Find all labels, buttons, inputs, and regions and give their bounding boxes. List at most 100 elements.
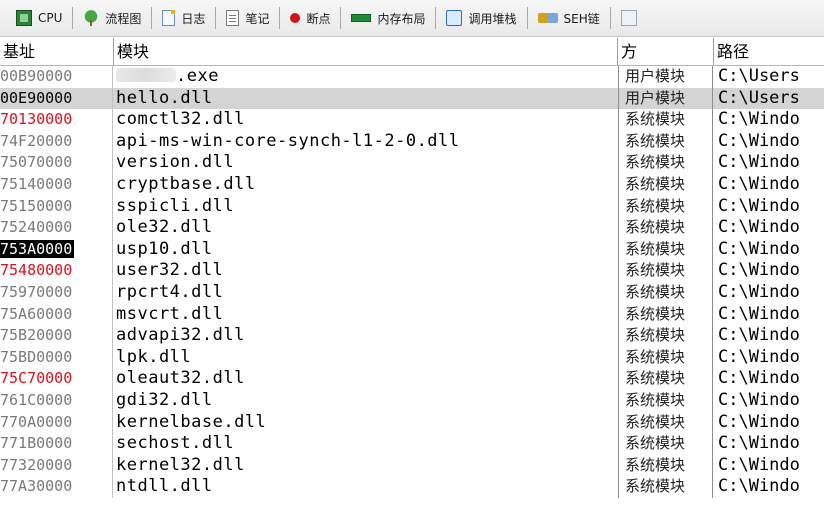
tab-toolbar: CPU 流程图 日志 笔记 断点 内存布局 调用堆栈 SEH链	[0, 0, 824, 37]
tab-call-stack[interactable]: 调用堆栈	[438, 5, 524, 31]
breakpoint-icon	[290, 13, 301, 23]
tab-separator	[340, 7, 342, 29]
row-module-type: 系统模块	[618, 173, 713, 196]
row-base-address: 75150000	[0, 195, 113, 218]
row-path: C:\Windo	[718, 173, 800, 194]
table-row[interactable]: 75B20000 advapi32.dll 系统模块 C:\Windo	[0, 325, 824, 347]
memory-map-icon	[351, 14, 372, 22]
tab-label: 日志	[181, 11, 206, 26]
row-module-name: user32.dll	[116, 260, 224, 281]
cpu-icon	[16, 10, 32, 26]
tab-separator	[72, 7, 74, 29]
row-base-address: 74F20000	[0, 130, 113, 153]
row-module-name: kernelbase.dll	[116, 411, 267, 432]
table-row[interactable]: 75A60000 msvcrt.dll 系统模块 C:\Windo	[0, 303, 824, 326]
row-base-address: 771B0000	[0, 433, 113, 455]
row-module-type: 系统模块	[618, 389, 713, 412]
tab-seh-chain[interactable]: SEH链	[530, 5, 608, 31]
column-header-module[interactable]: 模块	[114, 38, 618, 65]
table-row[interactable]: 753A0000 usp10.dll 系统模块 C:\Windo	[0, 238, 824, 261]
row-module-name: version.dll	[116, 152, 235, 173]
column-header-party[interactable]: 方	[618, 38, 714, 65]
row-module-name: api-ms-win-core-synch-l1-2-0.dll	[116, 130, 460, 151]
row-module-type: 用户模块	[618, 87, 713, 110]
row-base-address-highlighted: 753A0000	[0, 238, 113, 261]
tab-separator	[435, 7, 437, 29]
row-module-type: 系统模块	[618, 152, 713, 174]
row-module-name: ntdll.dll	[116, 476, 213, 497]
row-path: C:\Windo	[718, 346, 800, 367]
table-row[interactable]: 75C70000 oleaut32.dll 系统模块 C:\Windo	[0, 368, 824, 390]
table-row[interactable]: 75480000 user32.dll 系统模块 C:\Windo	[0, 260, 824, 282]
tab-notes[interactable]: 笔记	[218, 5, 277, 31]
row-module-type: 系统模块	[618, 109, 713, 131]
row-base-address: 75970000	[0, 281, 113, 304]
row-module-type: 系统模块	[618, 281, 713, 304]
tab-breakpoints[interactable]: 断点	[282, 5, 338, 31]
row-module-type: 系统模块	[618, 238, 713, 261]
column-header-base[interactable]: 基址	[0, 38, 114, 65]
row-module-type: 系统模块	[618, 195, 713, 218]
tab-label: 调用堆栈	[468, 11, 517, 26]
tab-separator	[215, 7, 217, 29]
tab-label: CPU	[38, 11, 63, 25]
row-base-address: 00E90000	[0, 87, 113, 110]
table-row[interactable]: 77320000 kernel32.dll 系统模块 C:\Windo	[0, 454, 824, 477]
tab-log[interactable]: 日志	[154, 5, 213, 31]
row-path: C:\Windo	[718, 325, 800, 346]
log-icon	[162, 10, 176, 26]
row-module-type: 系统模块	[618, 325, 713, 347]
table-row[interactable]: 75140000 cryptbase.dll 系统模块 C:\Windo	[0, 173, 824, 196]
row-module-type: 系统模块	[618, 130, 713, 153]
row-module-name: sechost.dll	[116, 433, 235, 454]
table-row[interactable]: 770A0000 kernelbase.dll 系统模块 C:\Windo	[0, 411, 824, 434]
row-base-address: 77A30000	[0, 476, 113, 498]
tab-separator	[151, 7, 153, 29]
row-module-type: 系统模块	[618, 454, 713, 477]
row-path: C:\Windo	[718, 152, 800, 173]
call-stack-icon	[446, 10, 463, 26]
row-module-name: .exe	[114, 66, 616, 88]
row-base-address: 00B90000	[0, 66, 113, 88]
column-header-path[interactable]: 路径	[714, 38, 824, 65]
row-base-address: 75A60000	[0, 303, 113, 326]
seh-chain-icon	[537, 13, 558, 23]
flowchart-icon	[83, 10, 100, 26]
row-base-address: 75B20000	[0, 325, 113, 347]
column-header: 基址 模块 方 路径	[0, 38, 824, 66]
row-module-name: hello.dll	[116, 87, 213, 108]
table-row[interactable]: 77A30000 ntdll.dll 系统模块 C:\Windo	[0, 476, 824, 498]
row-module-name: ole32.dll	[116, 217, 213, 238]
table-row[interactable]: 70130000 comctl32.dll 系统模块 C:\Windo	[0, 109, 824, 131]
row-path: C:\Users	[718, 87, 800, 108]
table-row[interactable]: 75970000 rpcrt4.dll 系统模块 C:\Windo	[0, 281, 824, 304]
tab-more[interactable]	[613, 5, 651, 31]
tab-memory-map[interactable]: 内存布局	[343, 5, 433, 31]
table-row[interactable]: 75240000 ole32.dll 系统模块 C:\Windo	[0, 217, 824, 239]
table-row[interactable]: 75070000 version.dll 系统模块 C:\Windo	[0, 152, 824, 174]
table-row[interactable]: 74F20000 api-ms-win-core-synch-l1-2-0.dl…	[0, 130, 824, 153]
table-row-selected[interactable]: 00E90000 hello.dll 用户模块 C:\Users	[0, 87, 824, 110]
table-row[interactable]: 771B0000 sechost.dll 系统模块 C:\Windo	[0, 433, 824, 455]
table-row[interactable]: 00B90000 .exe 用户模块 C:\Users	[0, 66, 824, 88]
row-module-type: 系统模块	[618, 303, 713, 326]
tab-separator	[609, 7, 611, 29]
row-module-type: 系统模块	[618, 476, 713, 498]
tab-separator	[526, 7, 528, 29]
row-module-type: 系统模块	[618, 260, 713, 282]
row-base-address: 75480000	[0, 260, 113, 282]
table-row[interactable]: 75150000 sspicli.dll 系统模块 C:\Windo	[0, 195, 824, 218]
row-path: C:\Windo	[718, 238, 800, 259]
row-module-name: advapi32.dll	[116, 325, 245, 346]
row-module-name: cryptbase.dll	[116, 173, 256, 194]
row-base-address: 75070000	[0, 152, 113, 174]
row-base-address: 75BD0000	[0, 346, 113, 369]
row-module-type: 系统模块	[618, 346, 713, 369]
tab-cpu[interactable]: CPU	[8, 5, 70, 31]
row-base-address: 761C0000	[0, 389, 113, 412]
table-row[interactable]: 761C0000 gdi32.dll 系统模块 C:\Windo	[0, 389, 824, 412]
table-row[interactable]: 75BD0000 lpk.dll 系统模块 C:\Windo	[0, 346, 824, 369]
module-list: 00B90000 .exe 用户模块 C:\Users 00E90000 hel…	[0, 66, 824, 498]
tab-flowchart[interactable]: 流程图	[75, 5, 149, 31]
row-module-name: oleaut32.dll	[116, 368, 245, 389]
